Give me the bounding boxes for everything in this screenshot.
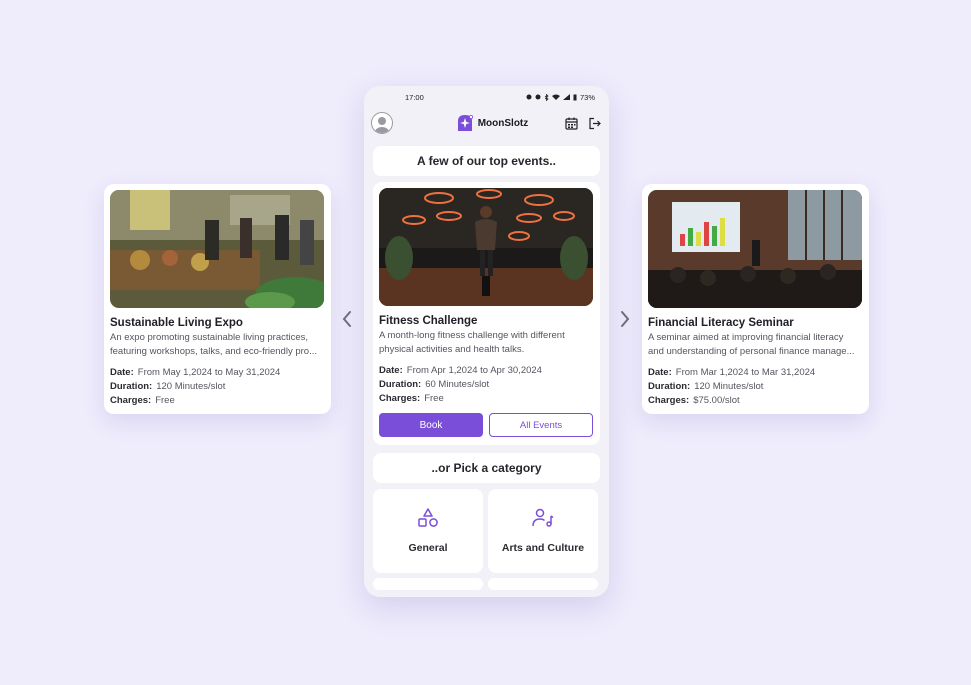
category-label: General xyxy=(408,542,448,554)
event-title: Fitness Challenge xyxy=(379,315,478,327)
top-events-heading: A few of our top events.. xyxy=(373,146,600,176)
logout-icon[interactable] xyxy=(588,117,601,130)
avatar[interactable] xyxy=(371,112,393,134)
event-image-seminar xyxy=(648,190,862,308)
event-card-fitness-challenge[interactable]: Fitness Challenge A month-long fitness c… xyxy=(373,182,600,445)
category-tile-partial[interactable] xyxy=(373,578,483,590)
battery-icon xyxy=(573,94,577,100)
bluetooth-icon xyxy=(544,93,549,101)
dnd-icon xyxy=(535,94,541,100)
event-image-fitness xyxy=(379,188,593,306)
event-description: A month-long fitness challenge with diff… xyxy=(379,330,565,355)
event-meta: Date: From Mar 1,2024 to Mar 31,2024 Dura… xyxy=(648,367,816,406)
category-grid: General Arts and Culture xyxy=(373,489,600,590)
event-description: A seminar aimed at improving financial l… xyxy=(648,332,855,357)
category-heading: ..or Pick a category xyxy=(373,453,600,483)
event-actions: Book All Events xyxy=(379,413,594,437)
event-title: Sustainable Living Expo xyxy=(110,317,243,329)
all-events-button[interactable]: All Events xyxy=(489,413,593,437)
app-bar: MoonSlotz xyxy=(364,108,609,138)
brand: MoonSlotz xyxy=(456,114,529,132)
calendar-icon[interactable] xyxy=(565,117,578,130)
chevron-right-icon[interactable] xyxy=(618,310,632,328)
category-tile-partial[interactable] xyxy=(488,578,598,590)
signal-icon xyxy=(562,94,570,100)
app-bar-actions xyxy=(565,117,601,130)
music-person-icon xyxy=(532,508,554,527)
moonslotz-logo-icon xyxy=(457,114,473,131)
event-title: Financial Literacy Seminar xyxy=(648,317,794,329)
status-bar: 17:00 73% xyxy=(364,86,609,108)
event-meta: Date: From Apr 1,2024 to Apr 30,2024 Dura… xyxy=(379,365,542,404)
brand-name: MoonSlotz xyxy=(477,117,529,129)
status-time: 17:00 xyxy=(405,92,424,102)
category-general[interactable]: General xyxy=(373,489,483,573)
battery-level: 73% xyxy=(579,92,595,102)
event-card-sustainable-living-expo[interactable]: Sustainable Living Expo An expo promotin… xyxy=(104,184,331,414)
book-button[interactable]: Book xyxy=(379,413,483,437)
category-label: Arts and Culture xyxy=(501,542,585,554)
event-description: An expo promoting sustainable living pra… xyxy=(110,332,317,357)
wifi-icon xyxy=(551,94,560,100)
event-image-expo xyxy=(110,190,324,308)
chevron-left-icon[interactable] xyxy=(340,310,354,328)
category-arts-and-culture[interactable]: Arts and Culture xyxy=(488,489,598,573)
phone-screen: 17:00 73% MoonSlotz A few of our top eve… xyxy=(364,86,609,597)
event-meta: Date: From May 1,2024 to May 31,2024 Dura… xyxy=(110,367,281,406)
status-icons: 73% xyxy=(526,93,595,102)
event-card-financial-literacy-seminar[interactable]: Financial Literacy Seminar A seminar aim… xyxy=(642,184,869,414)
alarm-icon xyxy=(526,94,532,100)
shapes-icon xyxy=(418,508,438,527)
